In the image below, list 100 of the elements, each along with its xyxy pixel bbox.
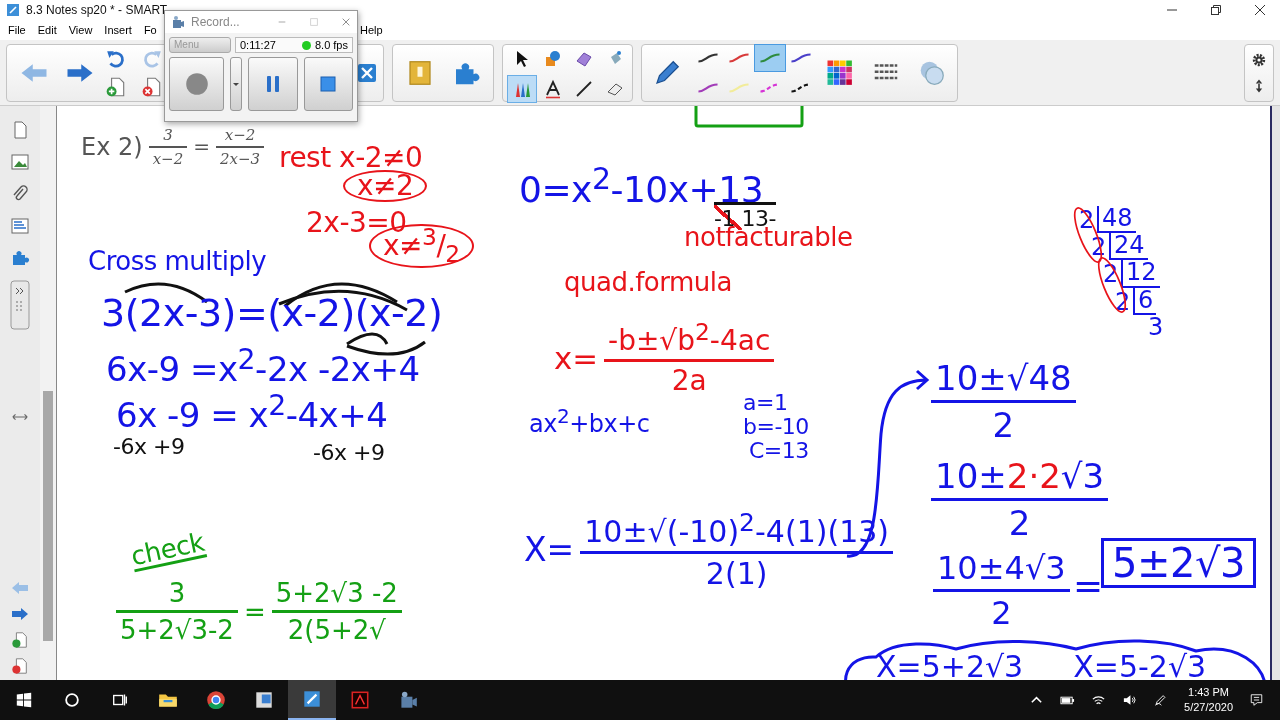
delete-page-icon[interactable]	[10, 657, 30, 675]
denominator: 2a	[604, 359, 775, 398]
denominator: x−2	[148, 146, 188, 168]
handwritten-text: 2	[1079, 208, 1096, 234]
start-icon[interactable]	[15, 691, 33, 709]
pen-stroke-icon	[695, 50, 721, 65]
handwritten-text: check	[128, 528, 207, 573]
handwritten-text: 6x-9 =x$^{2}$-2x -2x+4	[106, 346, 420, 387]
handwritten-text: 3	[1147, 314, 1165, 340]
handwritten-text: 6	[1133, 287, 1157, 315]
camera-icon	[171, 15, 185, 29]
numerator: 10±2·2√3	[934, 456, 1106, 498]
caret-icon	[232, 80, 241, 88]
pen-stroke-icon	[726, 80, 752, 95]
volume-icon[interactable]	[1122, 693, 1138, 707]
handwritten-text: Cross multiply	[88, 248, 267, 274]
delete-page-icon[interactable]	[141, 75, 163, 98]
notebook-icon	[6, 3, 20, 17]
handwritten-text: x≠2	[343, 170, 428, 202]
handwritten-text: -6x +9	[313, 442, 385, 464]
menu-item[interactable]: File	[8, 24, 26, 36]
scrollbar[interactable]	[40, 106, 57, 681]
denominator: 2	[931, 498, 1109, 543]
acrobat-icon	[349, 689, 371, 711]
add-page-icon[interactable]	[105, 75, 127, 98]
handwritten-text: b=-10	[743, 416, 809, 438]
collapse-handle-icon[interactable]	[10, 280, 30, 330]
handwritten-text: 48	[1097, 206, 1136, 234]
shapes-icon	[543, 48, 563, 69]
numerator: 3	[162, 126, 174, 146]
numerator: 3	[167, 578, 187, 610]
line-icon	[574, 78, 594, 99]
notebook-icon	[301, 688, 323, 710]
close-box-icon[interactable]	[357, 62, 377, 83]
numerator: -b±√b$^{2}$-4ac	[607, 318, 772, 360]
elapsed-time: 0:11:27	[240, 39, 276, 51]
pause-button[interactable]	[248, 57, 298, 111]
numerator: 10±4√3	[936, 549, 1067, 589]
handwritten-text: ax$^{2}$+bx+c	[529, 406, 650, 436]
handwritten-text: 3(2x-3)=(x-2)(x-2)	[101, 294, 443, 332]
handwritten-text: X=5-2√3	[1073, 649, 1207, 681]
pen-stroke-icon	[726, 50, 752, 65]
handwritten-text: 24	[1109, 233, 1148, 261]
text-icon	[543, 78, 563, 99]
recorder-title: Record...	[191, 15, 240, 29]
menu-item[interactable]: Help	[360, 24, 383, 36]
denominator: 2	[931, 400, 1076, 445]
handwritten-text: x=	[554, 339, 599, 376]
handwritten-text: X=5+2√3	[876, 649, 1024, 681]
menu-item[interactable]: Insert	[104, 24, 132, 36]
handwritten-text: X=	[524, 530, 575, 569]
denominator: 2x−3	[216, 146, 265, 168]
numerator: 5+2√3 -2	[274, 578, 399, 610]
close-icon[interactable]	[1254, 4, 1266, 16]
add-page-icon[interactable]	[10, 631, 30, 649]
menu-item[interactable]: View	[68, 24, 93, 36]
stop-icon	[318, 74, 339, 94]
resize-icon[interactable]	[11, 412, 29, 422]
settings-icon[interactable]	[1251, 51, 1267, 68]
denominator: 2	[933, 589, 1070, 632]
stop-button[interactable]	[303, 57, 353, 111]
denominator: 2(5+2√	[271, 610, 402, 645]
record-options-button[interactable]	[230, 57, 243, 111]
wifi-icon[interactable]	[1091, 693, 1107, 707]
equals-sign: =	[193, 135, 210, 159]
pen-stroke-icon	[695, 80, 721, 95]
handwritten-text: quad.formula	[564, 269, 732, 295]
status-dot	[301, 40, 311, 50]
handwritten-text: =	[1073, 568, 1103, 604]
record-icon	[184, 72, 209, 96]
window-title: 8.3 Notes sp20 * - SMART	[26, 3, 168, 17]
numerator: 10±√48	[934, 358, 1073, 400]
record-button[interactable]	[169, 57, 225, 111]
handwritten-text: 6x -9 = x$^{2}$-4x+4	[116, 392, 388, 433]
menu-item[interactable]: Edit	[37, 24, 57, 36]
search-icon[interactable]	[63, 691, 81, 709]
denominator: 5+2√3-2	[116, 610, 238, 645]
denominator: 2(1)	[580, 551, 893, 591]
properties-icon[interactable]	[10, 216, 30, 236]
handwritten-text: rest x-2≠0	[279, 144, 423, 172]
clock-time: 1:43 PM	[1188, 685, 1229, 700]
chrome-icon	[205, 689, 227, 711]
handwritten-text: 5±2√3	[1101, 538, 1256, 588]
menu-item[interactable]: Fo	[143, 24, 157, 36]
notification-icon[interactable]	[1249, 693, 1264, 707]
pen-icon[interactable]	[1153, 693, 1169, 707]
pen-stroke-icon	[788, 50, 814, 65]
handwritten-text: 12	[1121, 260, 1160, 288]
handwritten-text: C=13	[749, 440, 809, 462]
numerator: x−2	[223, 126, 257, 146]
handwritten-text: -6x +9	[113, 436, 185, 458]
clock-date: 5/27/2020	[1184, 700, 1233, 715]
frame-rate: 8.0 fps	[314, 39, 348, 51]
restore-icon[interactable]	[1210, 4, 1222, 16]
equation-label: Ex 2)	[81, 133, 143, 161]
gallery-icon[interactable]	[10, 152, 30, 172]
scrollbar-thumb[interactable]	[43, 391, 53, 641]
puzzle-icon[interactable]	[10, 248, 30, 268]
next-page-icon[interactable]	[10, 605, 30, 623]
pen-stroke-icon	[757, 50, 783, 65]
